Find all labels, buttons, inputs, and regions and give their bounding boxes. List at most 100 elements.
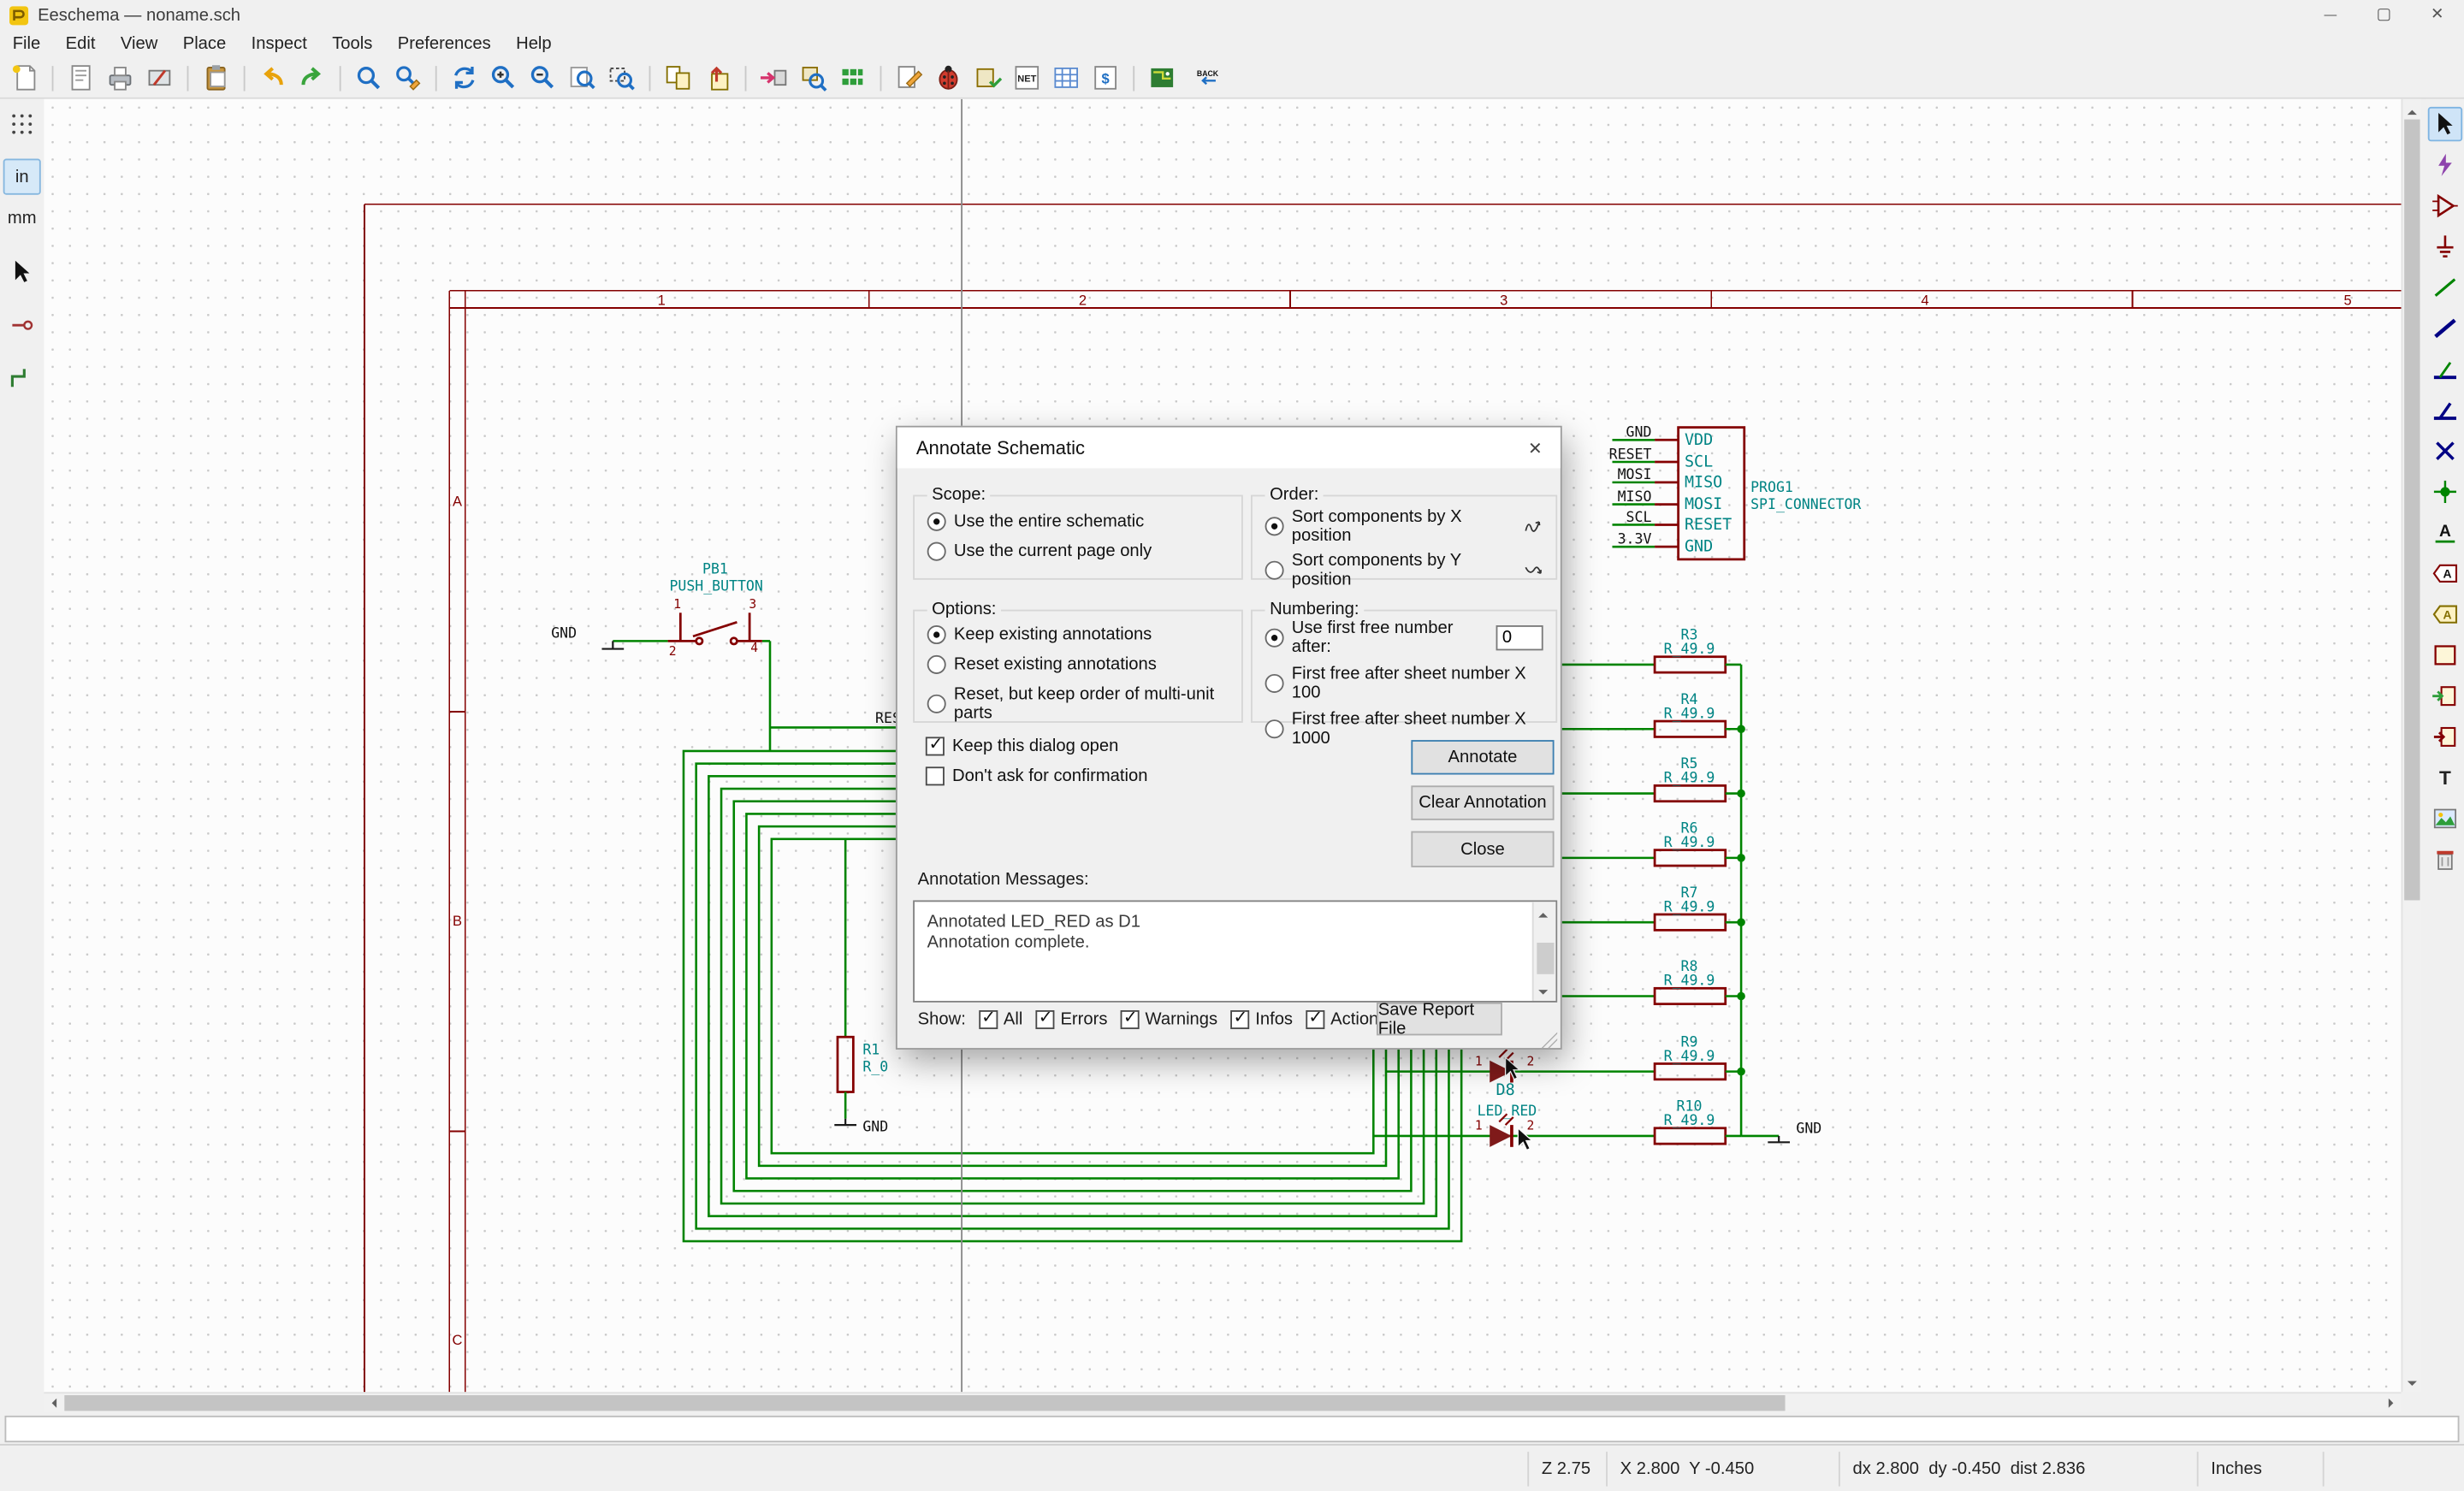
dialog-title-bar[interactable]: Annotate Schematic bbox=[897, 427, 1561, 469]
wire-to-bus-entry-tool-button[interactable] bbox=[2428, 352, 2462, 386]
place-symbol-tool-button[interactable] bbox=[2428, 188, 2462, 222]
hierarchical-label-tool-button[interactable]: A bbox=[2428, 597, 2462, 631]
erc-button[interactable] bbox=[929, 59, 968, 97]
menu-file[interactable]: File bbox=[0, 32, 53, 56]
checkbox-keep-dialog-open[interactable]: Keep this dialog open bbox=[913, 734, 1131, 756]
run-pcbnew-button[interactable] bbox=[1142, 59, 1182, 97]
find-button[interactable] bbox=[349, 59, 388, 97]
hidden-pins-toggle-button[interactable] bbox=[3, 306, 41, 342]
menu-place[interactable]: Place bbox=[170, 32, 239, 56]
fields-table-button[interactable] bbox=[1046, 59, 1086, 97]
find-replace-button[interactable] bbox=[388, 59, 428, 97]
leave-sheet-button[interactable] bbox=[698, 59, 737, 97]
vertical-scroll-thumb[interactable] bbox=[2404, 119, 2420, 901]
filter-errors[interactable]: Errors bbox=[1035, 1006, 1107, 1029]
import-sheet-pin-tool-button[interactable] bbox=[2428, 678, 2462, 713]
scroll-left-icon[interactable] bbox=[44, 1393, 64, 1414]
new-schematic-button[interactable] bbox=[5, 59, 44, 97]
image-tool-button[interactable] bbox=[2428, 802, 2462, 836]
delete-tool-button[interactable] bbox=[2428, 842, 2462, 876]
edit-symbol-fields-button[interactable] bbox=[968, 59, 1007, 97]
minimize-button[interactable] bbox=[2304, 0, 2357, 30]
place-power-port-tool-button[interactable] bbox=[2428, 229, 2462, 263]
menu-edit[interactable]: Edit bbox=[53, 32, 108, 56]
radio-reset-existing[interactable]: Reset existing annotations bbox=[915, 654, 1241, 674]
junction-tool-button[interactable] bbox=[2428, 475, 2462, 509]
menu-preferences[interactable]: Preferences bbox=[385, 32, 503, 56]
menu-inspect[interactable]: Inspect bbox=[239, 32, 320, 56]
menu-help[interactable]: Help bbox=[503, 32, 564, 56]
net-label-tool-button[interactable]: A bbox=[2428, 515, 2462, 549]
menu-view[interactable]: View bbox=[108, 32, 170, 56]
horizontal-scroll-thumb[interactable] bbox=[64, 1395, 1786, 1411]
clear-annotation-button[interactable]: Clear Annotation bbox=[1411, 785, 1555, 820]
radio-sort-y-position[interactable]: Sort components by Y position bbox=[1253, 552, 1555, 589]
zoom-in-button[interactable] bbox=[484, 59, 524, 97]
hierarchical-sheet-tool-button[interactable] bbox=[2428, 638, 2462, 672]
filter-actions[interactable]: Actions bbox=[1305, 1006, 1387, 1029]
maximize-button[interactable] bbox=[2357, 0, 2410, 30]
checkbox-dont-ask[interactable]: Don't ask for confirmation bbox=[913, 766, 1160, 786]
radio-entire-schematic[interactable]: Use the entire schematic bbox=[915, 512, 1241, 531]
hierarchy-navigator-button[interactable] bbox=[659, 59, 698, 97]
radio-sheet-number-100[interactable]: First free after sheet number X 100 bbox=[1253, 665, 1555, 702]
plot-button[interactable] bbox=[139, 59, 179, 97]
netlist-button[interactable]: NET bbox=[1007, 59, 1046, 97]
place-bus-tool-button[interactable] bbox=[2428, 311, 2462, 346]
dialog-resize-grip[interactable] bbox=[1541, 1032, 1558, 1049]
filter-infos[interactable]: Infos bbox=[1229, 1006, 1293, 1029]
filter-all[interactable]: All bbox=[978, 1006, 1022, 1029]
assign-footprints-button[interactable] bbox=[755, 59, 794, 97]
dialog-close-icon[interactable] bbox=[1510, 428, 1561, 469]
close-button[interactable] bbox=[2411, 0, 2464, 30]
scroll-right-icon[interactable] bbox=[2381, 1393, 2402, 1414]
messages-scrollbar[interactable] bbox=[1531, 902, 1558, 1001]
symbol-browser-button[interactable] bbox=[794, 59, 833, 97]
bus-to-bus-entry-tool-button[interactable] bbox=[2428, 393, 2462, 427]
horizontal-scrollbar[interactable] bbox=[44, 1392, 2402, 1414]
text-tool-button[interactable]: T bbox=[2428, 760, 2462, 795]
messages-scroll-thumb[interactable] bbox=[1537, 943, 1555, 974]
scroll-up-icon[interactable] bbox=[2402, 99, 2423, 120]
redo-button[interactable] bbox=[293, 59, 332, 97]
global-label-tool-button[interactable]: A bbox=[2428, 556, 2462, 590]
place-wire-tool-button[interactable] bbox=[2428, 270, 2462, 305]
first-free-number-input[interactable] bbox=[1496, 625, 1543, 651]
scroll-up-icon[interactable] bbox=[1534, 902, 1558, 922]
highlight-net-tool-button[interactable] bbox=[2428, 148, 2462, 182]
page-settings-button[interactable] bbox=[62, 59, 101, 97]
back-import-button[interactable]: BACK bbox=[1182, 59, 1232, 97]
radio-first-free-after[interactable]: Use first free number after: bbox=[1253, 619, 1555, 657]
scroll-down-icon[interactable] bbox=[2402, 1371, 2423, 1392]
footprint-browser-button[interactable] bbox=[832, 59, 872, 97]
close-dialog-button[interactable]: Close bbox=[1411, 831, 1555, 867]
radio-current-page-only[interactable]: Use the current page only bbox=[915, 541, 1241, 561]
cursor-shape-toggle-button[interactable] bbox=[3, 253, 41, 289]
radio-reset-keep-multiunit[interactable]: Reset, but keep order of multi-unit part… bbox=[915, 685, 1241, 723]
redraw-view-button[interactable] bbox=[445, 59, 484, 97]
print-button[interactable] bbox=[101, 59, 140, 97]
no-connect-tool-button[interactable] bbox=[2428, 434, 2462, 468]
zoom-out-button[interactable] bbox=[524, 59, 563, 97]
sheet-pin-tool-button[interactable] bbox=[2428, 719, 2462, 754]
scroll-down-icon[interactable] bbox=[1534, 980, 1558, 1001]
paste-button[interactable] bbox=[197, 59, 236, 97]
save-report-file-button[interactable]: Save Report File bbox=[1376, 1000, 1502, 1038]
zoom-fit-button[interactable] bbox=[563, 59, 602, 97]
vertical-scrollbar[interactable] bbox=[2401, 98, 2423, 1393]
hv-wires-toggle-button[interactable] bbox=[3, 360, 41, 396]
units-inches-button[interactable]: in bbox=[3, 158, 41, 195]
radio-sort-x-position[interactable]: Sort components by X position bbox=[1253, 507, 1555, 545]
units-mm-button[interactable]: mm bbox=[3, 199, 41, 235]
bom-button[interactable]: $ bbox=[1086, 59, 1125, 97]
radio-keep-existing[interactable]: Keep existing annotations bbox=[915, 625, 1241, 645]
filter-warnings[interactable]: Warnings bbox=[1120, 1006, 1217, 1029]
zoom-selection-button[interactable] bbox=[601, 59, 641, 97]
annotate-action-button[interactable]: Annotate bbox=[1411, 740, 1555, 775]
select-tool-button[interactable] bbox=[2427, 106, 2463, 142]
grid-toggle-button[interactable] bbox=[3, 105, 41, 141]
menu-tools[interactable]: Tools bbox=[320, 32, 386, 56]
annotation-messages-panel[interactable]: Annotated LED_RED as D1 Annotation compl… bbox=[913, 900, 1558, 1003]
undo-button[interactable] bbox=[253, 59, 293, 97]
annotate-button[interactable] bbox=[890, 59, 929, 97]
